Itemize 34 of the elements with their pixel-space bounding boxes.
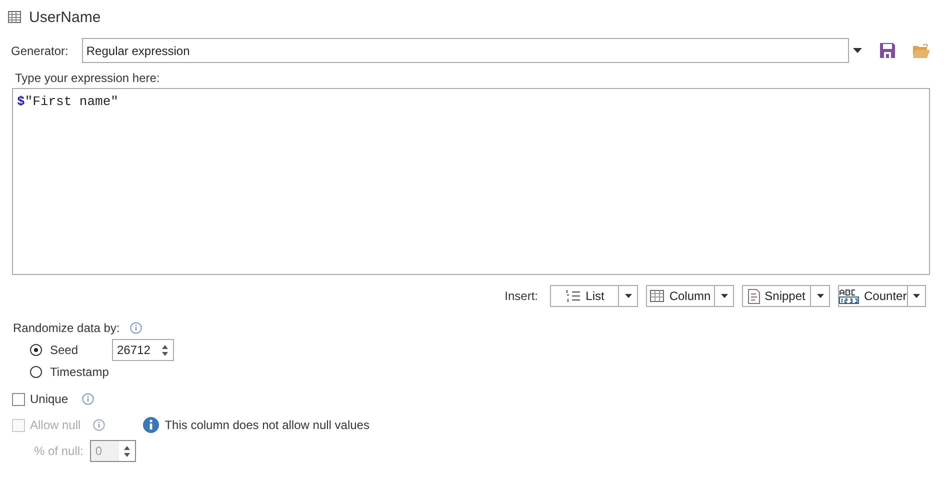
- caret-icon: [720, 294, 728, 298]
- caret-icon: [816, 294, 824, 298]
- expression-label: Type your expression here:: [15, 71, 161, 85]
- checkbox-label: Unique: [30, 392, 68, 406]
- numbered-list-icon: [564, 289, 581, 303]
- radio-label: Seed: [50, 343, 80, 357]
- dropdown-button[interactable]: [853, 48, 862, 53]
- randomize-label: Randomize data by:: [13, 321, 120, 335]
- insert-button[interactable]: Column: [647, 286, 715, 306]
- table-icon: [8, 11, 21, 23]
- counter-icon: [839, 288, 859, 304]
- seed-spinner[interactable]: 26712: [112, 339, 174, 361]
- checkbox-label: Allow null: [30, 418, 81, 432]
- info-icon: [142, 417, 159, 433]
- info-icon: [82, 393, 94, 405]
- radio-label: Timestamp: [50, 365, 110, 379]
- radio-button[interactable]: [30, 366, 42, 378]
- insert-button[interactable]: Counter: [839, 286, 908, 306]
- info-icon: [130, 322, 142, 334]
- info-icon: [92, 419, 105, 431]
- page-title: UserName: [29, 8, 101, 26]
- table-icon: [650, 290, 664, 302]
- save-icon[interactable]: [880, 43, 895, 58]
- generator-combo[interactable]: Regular expression: [82, 38, 849, 63]
- info-message: This column does not allow null values: [164, 418, 370, 432]
- caret-icon: [624, 294, 632, 298]
- insert-label: Insert:: [504, 289, 538, 303]
- generator-label: Generator:: [11, 44, 68, 58]
- radio-button[interactable]: [30, 344, 42, 356]
- null-percent-label: % of null:: [34, 444, 84, 458]
- expression-field[interactable]: $"First name": [12, 88, 930, 275]
- checkbox[interactable]: [12, 392, 25, 406]
- document-icon: [748, 288, 760, 304]
- caret-icon: [912, 294, 920, 298]
